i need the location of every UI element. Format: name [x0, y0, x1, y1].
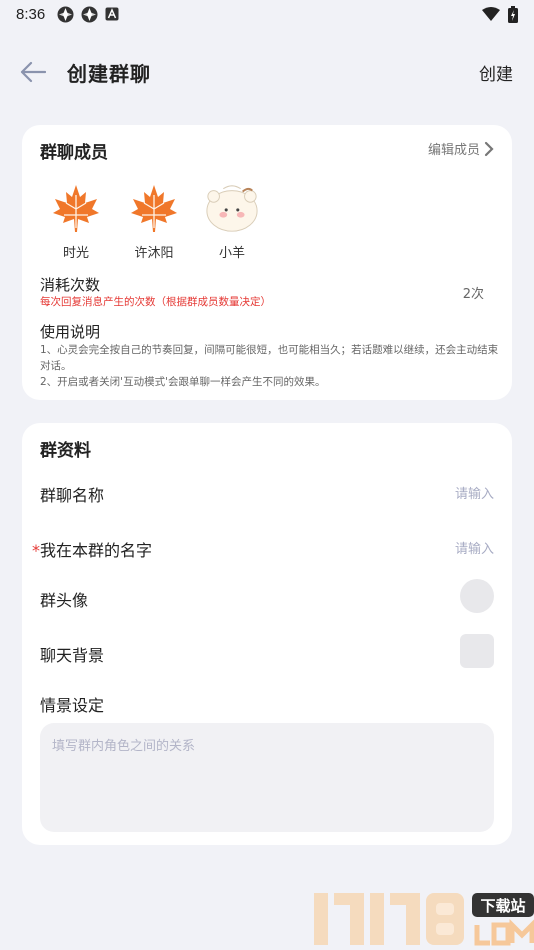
member-item[interactable]: 时光 — [48, 180, 104, 261]
chat-background-picker[interactable] — [460, 634, 494, 668]
member-item[interactable]: 许沐阳 — [126, 180, 182, 261]
create-button[interactable]: 创建 — [479, 60, 513, 85]
group-avatar-label: 群头像 — [40, 591, 89, 610]
wifi-icon — [482, 7, 500, 21]
profile-section-title: 群资料 — [40, 441, 91, 461]
scene-label: 情景设定 — [40, 696, 105, 715]
svg-text:下载站: 下载站 — [480, 897, 525, 915]
edit-members-button[interactable]: 编辑成员 — [428, 139, 494, 158]
members-section-title: 群聊成员 — [40, 143, 108, 163]
my-name-label: *我在本群的名字 — [32, 537, 152, 561]
status-bar: 8:36 — [0, 0, 534, 28]
maple-leaf-icon — [126, 180, 182, 236]
chevron-right-icon — [484, 141, 494, 156]
usage-text: 1、心灵会完全按自己的节奏回复，间隔可能很短，也可能相当久；若话题难以继续，还会… — [40, 344, 499, 388]
arrow-left-icon — [20, 61, 46, 83]
usage-label: 使用说明 — [40, 323, 101, 341]
font-notification-icon — [105, 7, 119, 21]
group-name-input[interactable]: 请输入 — [455, 483, 494, 502]
member-item[interactable]: 小羊 — [204, 180, 260, 261]
my-name-input[interactable]: 请输入 — [455, 538, 494, 557]
battery-icon — [508, 5, 518, 23]
group-avatar-picker[interactable] — [460, 579, 494, 613]
app-notification-icon — [81, 6, 98, 22]
maple-leaf-icon — [48, 180, 104, 236]
group-name-label: 群聊名称 — [40, 486, 105, 505]
page-title: 创建群聊 — [67, 62, 151, 86]
consume-note: 每次回复消息产生的次数（根据群成员数量决定） — [40, 296, 271, 308]
status-time: 8:36 — [16, 5, 46, 23]
edit-members-label: 编辑成员 — [427, 143, 480, 158]
chat-bg-label: 聊天背景 — [40, 646, 105, 665]
member-name: 小羊 — [218, 246, 245, 261]
scene-placeholder: 填写群内角色之间的关系 — [52, 739, 196, 754]
notification-icons — [57, 6, 119, 23]
member-name: 时光 — [62, 246, 89, 261]
watermark-logo: 下载站 — [314, 893, 534, 946]
members-card: 群聊成员 编辑成员 时光 许沐阳 小羊 消耗次数 每次回复消息产生的次数（根据群… — [22, 125, 512, 400]
sheep-avatar-icon — [204, 180, 260, 236]
required-star: * — [32, 541, 40, 560]
back-button[interactable] — [20, 58, 50, 86]
scene-textarea[interactable]: 填写群内角色之间的关系 — [40, 723, 494, 832]
consume-count: 2次 — [462, 287, 484, 302]
app-notification-icon — [57, 6, 74, 22]
group-profile-card: 群资料 群聊名称 请输入 *我在本群的名字 请输入 群头像 聊天背景 情景设定 … — [22, 423, 512, 845]
my-name-label-text: 我在本群的名字 — [40, 541, 153, 560]
member-list: 时光 许沐阳 小羊 — [48, 180, 260, 261]
app-header: 创建群聊 创建 — [0, 48, 534, 96]
consume-label: 消耗次数 — [40, 276, 101, 294]
member-name: 许沐阳 — [134, 246, 174, 261]
